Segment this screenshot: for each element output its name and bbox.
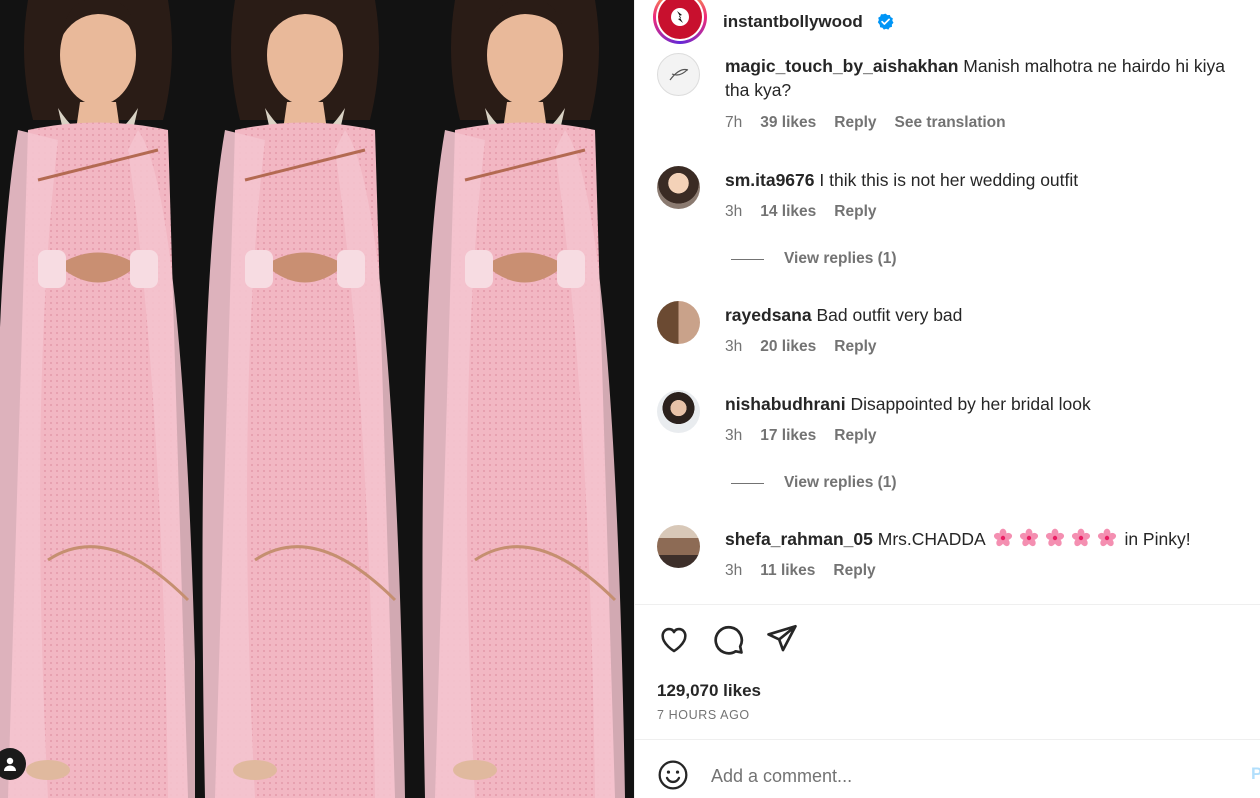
comment-text: shefa_rahman_05 Mrs.CHADDA in Pinky!	[725, 527, 1245, 551]
add-comment-input[interactable]	[711, 762, 1231, 790]
share-icon[interactable]	[765, 622, 799, 656]
comment-text: sm.ita9676 I thik this is not her weddin…	[725, 168, 1245, 192]
section-divider	[635, 604, 1260, 605]
comment-time: 3h	[725, 203, 743, 220]
reply-button[interactable]: Reply	[834, 427, 876, 445]
cherry-blossom-emojis	[985, 528, 1125, 549]
person-figure	[415, 0, 634, 798]
comment-time: 7h	[725, 114, 743, 131]
comment-username[interactable]: shefa_rahman_05	[725, 529, 873, 549]
comment-likes[interactable]: 11 likes	[760, 562, 815, 580]
cherry-blossom-icon	[1019, 528, 1038, 547]
comment-body: Bad outfit very bad	[816, 305, 963, 325]
see-translation-button[interactable]: See translation	[895, 114, 1006, 132]
cherry-blossom-icon	[993, 528, 1012, 547]
post-sidebar: magic_touch_by_aishakhan Manish malhotra…	[634, 0, 1260, 798]
person-figure	[195, 0, 415, 798]
comment-meta: 3h 11 likes Reply	[725, 562, 876, 580]
post-likes-count[interactable]: 129,070 likes	[657, 681, 761, 701]
view-replies-button[interactable]: View replies (1)	[731, 250, 897, 268]
comment-meta: 3h 20 likes Reply	[725, 338, 877, 356]
comment-text: nishabudhrani Disappointed by her bridal…	[725, 392, 1245, 416]
post-timestamp[interactable]: 7 HOURS AGO	[657, 708, 750, 722]
reply-button[interactable]: Reply	[833, 562, 875, 580]
comments-list[interactable]: magic_touch_by_aishakhan Manish malhotra…	[635, 0, 1260, 604]
comment-username[interactable]: sm.ita9676	[725, 170, 815, 190]
comment-likes[interactable]: 39 likes	[760, 114, 816, 132]
cherry-blossom-icon	[1071, 528, 1090, 547]
comment-body: I thik this is not her wedding outfit	[819, 170, 1079, 190]
comment-text: magic_touch_by_aishakhan Manish malhotra…	[725, 54, 1245, 102]
photo-panel-middle	[195, 0, 415, 798]
comment-time: 3h	[725, 562, 743, 579]
replies-divider-line	[731, 258, 764, 260]
comment-time: 3h	[725, 427, 743, 444]
emoji-icon[interactable]	[657, 759, 689, 791]
section-divider	[635, 739, 1260, 740]
comment-avatar[interactable]	[657, 525, 700, 568]
person-figure	[0, 0, 195, 798]
comment-avatar[interactable]	[657, 53, 700, 96]
comment-likes[interactable]: 20 likes	[760, 338, 816, 356]
view-replies-button[interactable]: View replies (1)	[731, 474, 897, 492]
cherry-blossom-icon	[1097, 528, 1116, 547]
account-username[interactable]: instantbollywood	[723, 12, 863, 32]
comment-icon[interactable]	[711, 622, 745, 656]
cherry-blossom-icon	[1045, 528, 1064, 547]
action-bar	[657, 622, 799, 656]
reply-button[interactable]: Reply	[834, 203, 876, 221]
post-image[interactable]	[0, 0, 634, 798]
comment-text: rayedsana Bad outfit very bad	[725, 303, 1245, 327]
reply-button[interactable]: Reply	[834, 114, 876, 132]
photo-panel-right	[415, 0, 634, 798]
replies-divider-line	[731, 482, 764, 484]
photo-panel-left	[0, 0, 195, 798]
comment-likes[interactable]: 17 likes	[760, 427, 816, 445]
reply-button[interactable]: Reply	[834, 338, 876, 356]
post-comment-button[interactable]: Post	[1251, 764, 1260, 784]
avatar-ring	[656, 0, 704, 41]
view-replies-label: View replies (1)	[784, 474, 897, 491]
comment-username[interactable]: nishabudhrani	[725, 394, 846, 414]
view-replies-label: View replies (1)	[784, 250, 897, 267]
comment-username[interactable]: magic_touch_by_aishakhan	[725, 56, 958, 76]
comment-meta: 7h 39 likes Reply See translation	[725, 114, 1006, 132]
instantbollywood-logo-icon	[658, 0, 702, 39]
comment-avatar[interactable]	[657, 166, 700, 209]
post-header: instantbollywood	[635, 0, 1260, 46]
verified-badge-icon	[877, 13, 894, 30]
comment-body-start: Mrs.CHADDA	[877, 529, 985, 549]
comment-time: 3h	[725, 338, 743, 355]
comment-body-end: in Pinky!	[1124, 529, 1191, 549]
comment-likes[interactable]: 14 likes	[760, 203, 816, 221]
comment-meta: 3h 17 likes Reply	[725, 427, 877, 445]
comment-meta: 3h 14 likes Reply	[725, 203, 877, 221]
comment-body: Disappointed by her bridal look	[850, 394, 1091, 414]
comment-username[interactable]: rayedsana	[725, 305, 812, 325]
account-avatar[interactable]	[653, 0, 707, 44]
heart-icon[interactable]	[657, 622, 691, 656]
comment-avatar[interactable]	[657, 390, 700, 433]
comment-avatar[interactable]	[657, 301, 700, 344]
